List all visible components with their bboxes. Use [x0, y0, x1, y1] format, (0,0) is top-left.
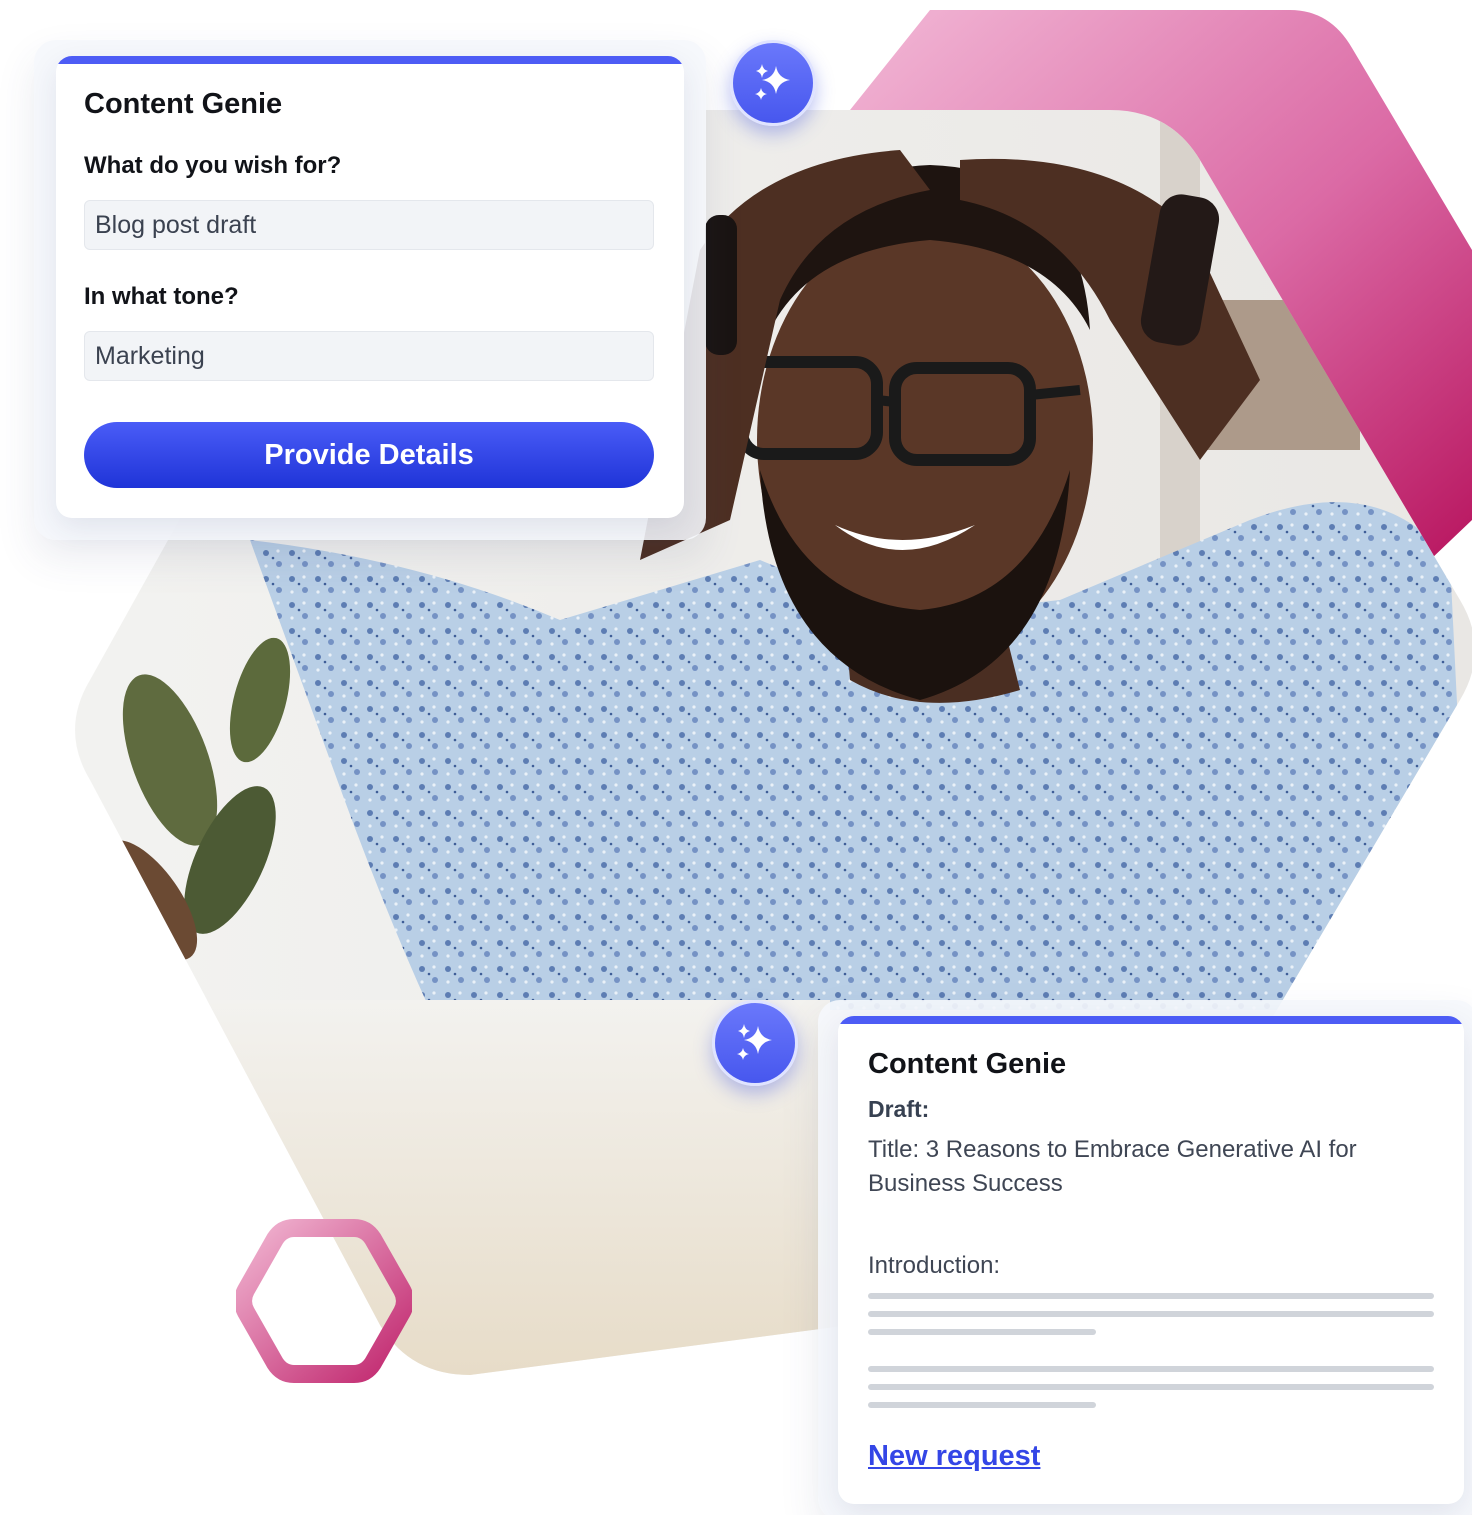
- result-card-title: Content Genie: [868, 1048, 1067, 1080]
- text-placeholder-line: [868, 1384, 1434, 1390]
- stage: Content Genie What do you wish for? In w…: [0, 0, 1472, 1515]
- text-placeholder-line: [868, 1293, 1434, 1299]
- wish-input[interactable]: [84, 200, 654, 250]
- hexagon-ring-decoration: [236, 1219, 412, 1383]
- text-placeholder-line: [868, 1311, 1434, 1317]
- new-request-link[interactable]: New request: [868, 1440, 1040, 1473]
- text-placeholder-line: [868, 1402, 1096, 1408]
- form-card-title: Content Genie: [84, 88, 283, 120]
- text-placeholder-line: [868, 1329, 1096, 1335]
- card-accent-bar: [838, 1016, 1464, 1024]
- sparkle-badge-top: [730, 40, 816, 126]
- provide-details-button[interactable]: Provide Details: [84, 422, 654, 488]
- wish-label: What do you wish for?: [84, 152, 342, 179]
- text-placeholder-line: [868, 1366, 1434, 1372]
- form-card: Content Genie What do you wish for? In w…: [56, 56, 684, 518]
- sparkle-icon: [737, 1024, 772, 1060]
- draft-label: Draft:: [868, 1096, 930, 1122]
- card-accent-bar: [56, 56, 684, 64]
- sparkle-badge-bottom: [712, 1000, 798, 1086]
- result-card: Content Genie Draft: Title: 3 Reasons to…: [838, 1016, 1464, 1504]
- tone-label: In what tone?: [84, 283, 239, 310]
- draft-title: Title: 3 Reasons to Embrace Generative A…: [868, 1136, 1357, 1197]
- introduction-label: Introduction:: [868, 1252, 1001, 1279]
- sparkle-icon: [755, 64, 790, 100]
- tone-input[interactable]: [84, 331, 654, 381]
